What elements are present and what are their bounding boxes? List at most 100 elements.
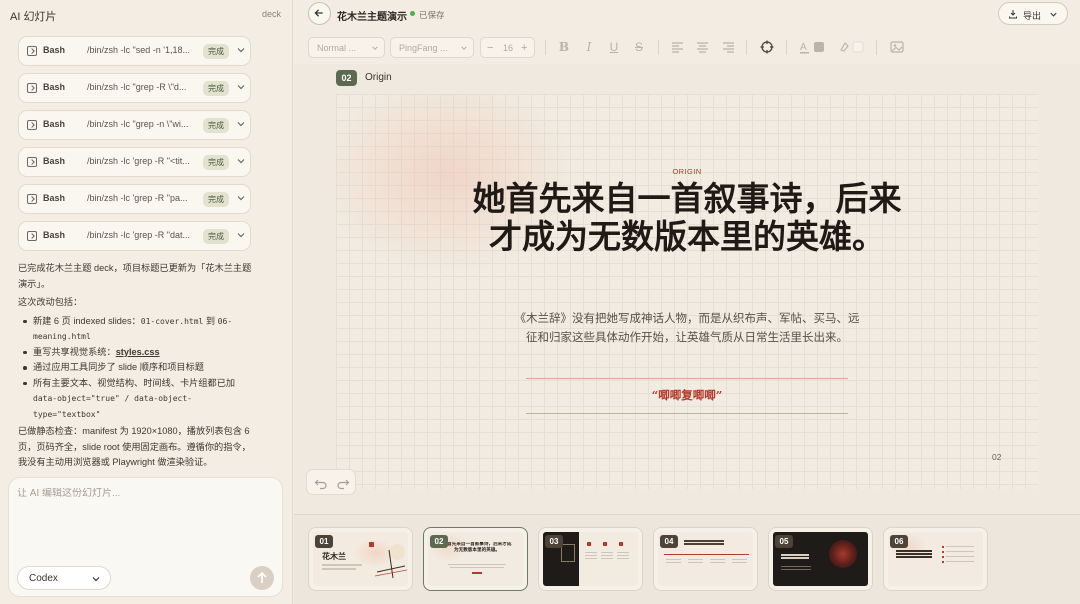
list-text: /	[119, 394, 135, 403]
tool-call-card[interactable]: Bash /bin/zsh -lc 'grep -R "dat... 完成	[18, 221, 251, 251]
chevron-down-icon	[461, 46, 467, 50]
toolbar-divider	[658, 40, 659, 55]
text-line	[666, 559, 681, 560]
tool-name: Bash	[43, 193, 66, 203]
tool-name: Bash	[43, 230, 66, 240]
message-outro: 已做静态检查：manifest 为 1920×1080，播放列表包含 6 页，页…	[18, 426, 251, 467]
tool-command: /bin/zsh -lc "grep -R \"d...	[87, 82, 187, 92]
list-text: 重写共享视觉系统：	[33, 346, 116, 357]
bold-icon[interactable]: B	[558, 40, 570, 54]
list-text: 到	[203, 315, 218, 326]
accent-mark	[587, 542, 591, 546]
message-changes-heading: 这次改动包括：	[18, 297, 83, 307]
seal-mark	[369, 542, 374, 547]
slide-number-badge: 02	[336, 70, 357, 86]
format-toolbar: Normal ... PingFang ... − 16 + B I U S A	[294, 35, 1080, 61]
increase-size-icon[interactable]: +	[521, 42, 527, 54]
thumbnail-number: 01	[315, 535, 333, 548]
chevron-down-icon	[372, 46, 378, 50]
tool-command: /bin/zsh -lc 'grep -R "dat...	[87, 230, 190, 240]
prompt-input[interactable]	[17, 488, 272, 499]
font-family-select[interactable]: PingFang ...	[390, 37, 474, 58]
chevron-down-icon	[1050, 12, 1057, 17]
deck-label[interactable]: deck	[262, 9, 281, 19]
svg-text:A: A	[800, 42, 807, 53]
thumbnail-number: 04	[660, 535, 678, 548]
arrow-up-icon	[257, 571, 267, 583]
text-line	[710, 559, 725, 560]
text-line	[946, 546, 974, 547]
image-icon[interactable]	[890, 40, 904, 54]
chevron-down-icon[interactable]	[236, 193, 246, 203]
list-item: 新建 6 页 indexed slides：01-cover.html 到 06…	[18, 314, 254, 345]
terminal-icon	[27, 194, 37, 204]
paragraph-style-value: Normal ...	[317, 43, 357, 53]
text-block	[561, 544, 575, 562]
status-badge: 完成	[203, 118, 229, 133]
chevron-down-icon[interactable]	[236, 119, 246, 129]
align-right-icon[interactable]	[722, 40, 735, 54]
slide-thumbnail-02[interactable]: 她首先来自一首叙事诗，后来才成为无数版本里的英雄。 02	[423, 527, 528, 591]
text-color-icon[interactable]: A	[800, 40, 826, 54]
status-badge: 完成	[203, 81, 229, 96]
chevron-down-icon[interactable]	[236, 230, 246, 240]
status-badge: 完成	[203, 155, 229, 170]
chat-panel: AI 幻灯片 deck Bash /bin/zsh -lc "sed -n '1…	[0, 0, 293, 604]
tool-call-card[interactable]: Bash /bin/zsh -lc 'grep -R "<tit... 完成	[18, 147, 251, 177]
undo-icon[interactable]	[314, 476, 328, 490]
status-badge: 完成	[203, 229, 229, 244]
paragraph-style-select[interactable]: Normal ...	[308, 37, 385, 58]
slide-thumbnail-01[interactable]: 花木兰 01	[308, 527, 413, 591]
tool-command: /bin/zsh -lc "sed -n '1,18...	[87, 45, 190, 55]
font-size-stepper[interactable]: − 16 +	[480, 37, 535, 58]
list-item: 所有主要文本、视觉结构、时间线、卡片组都已加 data-object="true…	[18, 376, 254, 423]
slide-title[interactable]: 她首先来自一首叙事诗，后来才成为无数版本里的英雄。	[466, 180, 908, 256]
highlight-color-icon[interactable]	[839, 40, 865, 54]
slide-thumbnail-05[interactable]: 05	[768, 527, 873, 591]
slide-quote[interactable]: “唧唧复唧唧”	[336, 387, 1038, 403]
tool-call-card[interactable]: Bash /bin/zsh -lc 'grep -R "pa... 完成	[18, 184, 251, 214]
align-center-icon[interactable]	[696, 40, 709, 54]
thumbnail-title: 她首先来自一首叙事诗，后来才成为无数版本里的英雄。	[442, 542, 512, 553]
thumbnail-number: 03	[545, 535, 563, 548]
file-link[interactable]: styles.css	[116, 347, 160, 357]
accent-mark	[603, 542, 607, 546]
back-button[interactable]	[308, 2, 331, 25]
list-item: 通过应用工具同步了 slide 顺序和项目标题	[18, 360, 254, 376]
quote-mark	[472, 572, 482, 574]
document-title[interactable]: 花木兰主题演示	[337, 8, 407, 23]
underline-icon[interactable]: U	[608, 40, 620, 54]
send-button[interactable]	[250, 566, 274, 590]
change-list: 新建 6 页 indexed slides：01-cover.html 到 06…	[18, 314, 254, 423]
slide-thumbnail-06[interactable]: 06	[883, 527, 988, 591]
assistant-message: 已完成花木兰主题 deck，项目标题已更新为「花木兰主题演示」。 这次改动包括：…	[18, 261, 254, 474]
target-select-icon[interactable]	[760, 40, 774, 54]
slide-body[interactable]: 《木兰辞》没有把她写成神话人物，而是从织布声、军帖、买马、远征和归家这些具体动作…	[512, 309, 862, 347]
slide-thumbnail-03[interactable]: 03	[538, 527, 643, 591]
text-line	[896, 550, 932, 552]
redo-icon[interactable]	[336, 476, 350, 490]
tool-call-card[interactable]: Bash /bin/zsh -lc "grep -R \"d... 完成	[18, 73, 251, 103]
chevron-down-icon[interactable]	[236, 156, 246, 166]
italic-icon[interactable]: I	[583, 40, 595, 54]
chevron-down-icon[interactable]	[236, 82, 246, 92]
strikethrough-icon[interactable]: S	[633, 40, 645, 54]
tool-call-card[interactable]: Bash /bin/zsh -lc "grep -n \"wi... 完成	[18, 110, 251, 140]
chevron-down-icon[interactable]	[236, 45, 246, 55]
slide-thumbnail-04[interactable]: 04	[653, 527, 758, 591]
list-item: 重写共享视觉系统：styles.css	[18, 345, 254, 361]
model-select[interactable]: Codex	[17, 566, 111, 590]
decrease-size-icon[interactable]: −	[487, 42, 493, 54]
download-icon	[1009, 10, 1017, 19]
text-line	[448, 564, 506, 565]
chevron-down-icon	[92, 577, 100, 582]
slide-canvas[interactable]: ORIGIN 她首先来自一首叙事诗，后来才成为无数版本里的英雄。 《木兰辞》没有…	[336, 94, 1038, 489]
slide-eyebrow[interactable]: ORIGIN	[336, 167, 1038, 176]
tool-call-card[interactable]: Bash /bin/zsh -lc "sed -n '1,18... 完成	[18, 36, 251, 66]
tool-command: /bin/zsh -lc 'grep -R "<tit...	[87, 156, 190, 166]
align-left-icon[interactable]	[671, 40, 684, 54]
export-button[interactable]: 导出	[998, 2, 1068, 25]
terminal-icon	[27, 83, 37, 93]
text-line	[601, 552, 613, 553]
message-intro: 已完成花木兰主题 deck，项目标题已更新为「花木兰主题演示」。	[18, 263, 252, 289]
